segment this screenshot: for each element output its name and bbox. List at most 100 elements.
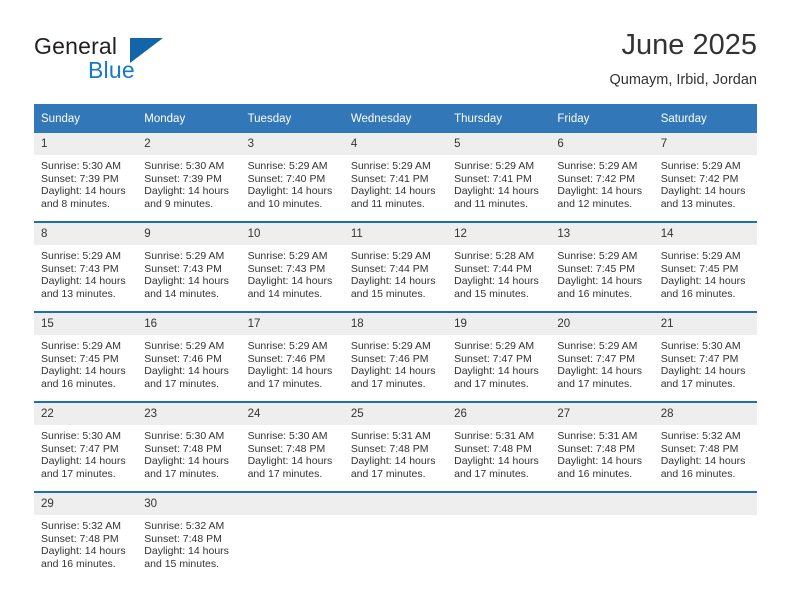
day-cell[interactable]: 20 Sunrise: 5:29 AM Sunset: 7:47 PM Dayl… <box>550 311 654 402</box>
day-cell[interactable]: 23 Sunrise: 5:30 AM Sunset: 7:48 PM Dayl… <box>137 401 241 492</box>
day-details: Sunrise: 5:30 AM Sunset: 7:48 PM Dayligh… <box>241 425 344 480</box>
week-row: 22 Sunrise: 5:30 AM Sunset: 7:47 PM Dayl… <box>34 401 757 492</box>
day-details: Sunrise: 5:32 AM Sunset: 7:48 PM Dayligh… <box>34 515 137 570</box>
day-cell[interactable]: 18 Sunrise: 5:29 AM Sunset: 7:46 PM Dayl… <box>343 311 448 402</box>
day-cell[interactable]: 19 Sunrise: 5:29 AM Sunset: 7:47 PM Dayl… <box>447 311 551 402</box>
sunrise-text: Sunrise: 5:30 AM <box>144 430 225 442</box>
general-blue-logo[interactable]: General Blue <box>34 33 194 89</box>
column-header-wednesday: Wednesday <box>343 104 448 133</box>
calendar-body: 1 Sunrise: 5:30 AM Sunset: 7:39 PM Dayli… <box>34 133 757 581</box>
day-details: Sunrise: 5:30 AM Sunset: 7:48 PM Dayligh… <box>137 425 240 480</box>
daylight-text-line2: and 17 minutes. <box>247 467 323 480</box>
logo-triangle-icon <box>130 38 163 63</box>
daylight-text-line2: and 16 minutes. <box>41 377 116 390</box>
day-details: Sunrise: 5:30 AM Sunset: 7:39 PM Dayligh… <box>34 155 137 210</box>
day-cell[interactable]: 13 Sunrise: 5:29 AM Sunset: 7:45 PM Dayl… <box>550 221 654 312</box>
day-cell[interactable]: 14 Sunrise: 5:29 AM Sunset: 7:45 PM Dayl… <box>653 221 757 312</box>
day-cell[interactable]: 4 Sunrise: 5:29 AM Sunset: 7:41 PM Dayli… <box>343 133 448 222</box>
daylight-text-line1: Daylight: 14 hours <box>247 275 333 288</box>
day-number: 2 <box>137 133 241 155</box>
day-details: Sunrise: 5:30 AM Sunset: 7:47 PM Dayligh… <box>654 335 757 390</box>
day-cell-empty <box>550 491 654 581</box>
sunrise-text: Sunrise: 5:31 AM <box>454 430 535 442</box>
sunset-text: Sunset: 7:46 PM <box>247 352 326 365</box>
daylight-text-line2: and 16 minutes. <box>41 557 116 570</box>
day-details: Sunrise: 5:32 AM Sunset: 7:48 PM Dayligh… <box>654 425 757 480</box>
day-cell-empty <box>343 491 448 581</box>
daylight-text-line1: Daylight: 14 hours <box>41 545 126 558</box>
day-cell[interactable]: 28 Sunrise: 5:32 AM Sunset: 7:48 PM Dayl… <box>653 401 757 492</box>
day-number: 21 <box>653 313 757 335</box>
day-cell[interactable]: 12 Sunrise: 5:28 AM Sunset: 7:44 PM Dayl… <box>447 221 551 312</box>
day-cell[interactable]: 30 Sunrise: 5:32 AM Sunset: 7:48 PM Dayl… <box>137 491 241 581</box>
day-cell[interactable]: 24 Sunrise: 5:30 AM Sunset: 7:48 PM Dayl… <box>240 401 344 492</box>
day-details: Sunrise: 5:29 AM Sunset: 7:46 PM Dayligh… <box>241 335 344 390</box>
sunrise-text: Sunrise: 5:29 AM <box>557 340 638 352</box>
day-cell[interactable]: 29 Sunrise: 5:32 AM Sunset: 7:48 PM Dayl… <box>34 491 138 581</box>
day-number: 24 <box>240 403 344 425</box>
day-cell[interactable]: 3 Sunrise: 5:29 AM Sunset: 7:40 PM Dayli… <box>240 133 344 222</box>
day-cell[interactable]: 22 Sunrise: 5:30 AM Sunset: 7:47 PM Dayl… <box>34 401 138 492</box>
day-cell[interactable]: 17 Sunrise: 5:29 AM Sunset: 7:46 PM Dayl… <box>240 311 344 402</box>
daylight-text-line1: Daylight: 14 hours <box>144 185 229 198</box>
day-cell[interactable]: 25 Sunrise: 5:31 AM Sunset: 7:48 PM Dayl… <box>343 401 448 492</box>
day-number: 1 <box>34 133 138 155</box>
day-details: Sunrise: 5:29 AM Sunset: 7:43 PM Dayligh… <box>241 245 344 300</box>
day-number: 4 <box>343 133 448 155</box>
day-cell[interactable]: 21 Sunrise: 5:30 AM Sunset: 7:47 PM Dayl… <box>653 311 757 402</box>
day-details: Sunrise: 5:28 AM Sunset: 7:44 PM Dayligh… <box>447 245 550 300</box>
day-cell[interactable]: 2 Sunrise: 5:30 AM Sunset: 7:39 PM Dayli… <box>137 133 241 222</box>
day-number: 26 <box>447 403 551 425</box>
day-number: 12 <box>447 223 551 245</box>
day-cell[interactable]: 6 Sunrise: 5:29 AM Sunset: 7:42 PM Dayli… <box>550 133 654 222</box>
day-details: Sunrise: 5:31 AM Sunset: 7:48 PM Dayligh… <box>447 425 550 480</box>
daylight-text-line2: and 12 minutes. <box>557 197 633 210</box>
day-cell[interactable]: 7 Sunrise: 5:29 AM Sunset: 7:42 PM Dayli… <box>653 133 757 222</box>
day-number: 17 <box>240 313 344 335</box>
sunset-text: Sunset: 7:48 PM <box>454 442 532 455</box>
day-cell[interactable]: 5 Sunrise: 5:29 AM Sunset: 7:41 PM Dayli… <box>447 133 551 222</box>
day-number: 5 <box>447 133 551 155</box>
day-number: 6 <box>550 133 654 155</box>
day-cell[interactable]: 9 Sunrise: 5:29 AM Sunset: 7:43 PM Dayli… <box>137 221 241 312</box>
week-row: 8 Sunrise: 5:29 AM Sunset: 7:43 PM Dayli… <box>34 221 757 312</box>
day-number: 8 <box>34 223 138 245</box>
page-title: June 2025 <box>621 29 757 61</box>
day-number: 25 <box>343 403 448 425</box>
sunrise-text: Sunrise: 5:31 AM <box>350 430 431 442</box>
day-number: 27 <box>550 403 654 425</box>
daylight-text-line2: and 17 minutes. <box>350 377 426 390</box>
day-details: Sunrise: 5:29 AM Sunset: 7:45 PM Dayligh… <box>550 245 653 300</box>
day-details: Sunrise: 5:29 AM Sunset: 7:45 PM Dayligh… <box>654 245 757 300</box>
day-number: 11 <box>343 223 448 245</box>
sunrise-text: Sunrise: 5:30 AM <box>41 430 121 442</box>
day-number: 14 <box>653 223 757 245</box>
day-cell[interactable]: 16 Sunrise: 5:29 AM Sunset: 7:46 PM Dayl… <box>137 311 241 402</box>
day-cell[interactable]: 1 Sunrise: 5:30 AM Sunset: 7:39 PM Dayli… <box>34 133 138 222</box>
sunset-text: Sunset: 7:48 PM <box>350 442 429 455</box>
day-cell[interactable]: 26 Sunrise: 5:31 AM Sunset: 7:48 PM Dayl… <box>447 401 551 492</box>
calendar-page: General Blue June 2025 Qumaym, Irbid, Jo… <box>0 0 792 612</box>
daylight-text-line2: and 17 minutes. <box>350 467 426 480</box>
week-row: 15 Sunrise: 5:29 AM Sunset: 7:45 PM Dayl… <box>34 311 757 402</box>
day-number: 30 <box>137 493 241 515</box>
daylight-text-line1: Daylight: 14 hours <box>247 185 333 198</box>
day-cell[interactable]: 11 Sunrise: 5:29 AM Sunset: 7:44 PM Dayl… <box>343 221 448 312</box>
column-header-sunday: Sunday <box>34 104 138 133</box>
page-subtitle: Qumaym, Irbid, Jordan <box>609 72 757 88</box>
day-details <box>241 515 344 520</box>
day-cell[interactable]: 8 Sunrise: 5:29 AM Sunset: 7:43 PM Dayli… <box>34 221 138 312</box>
sunset-text: Sunset: 7:46 PM <box>350 352 429 365</box>
sunrise-text: Sunrise: 5:30 AM <box>144 160 225 172</box>
day-cell[interactable]: 15 Sunrise: 5:29 AM Sunset: 7:45 PM Dayl… <box>34 311 138 402</box>
day-number: 23 <box>137 403 241 425</box>
day-cell[interactable]: 10 Sunrise: 5:29 AM Sunset: 7:43 PM Dayl… <box>240 221 344 312</box>
daylight-text-line1: Daylight: 14 hours <box>144 365 229 378</box>
sunrise-text: Sunrise: 5:30 AM <box>660 340 741 352</box>
daylight-text-line1: Daylight: 14 hours <box>41 365 126 378</box>
sunrise-text: Sunrise: 5:29 AM <box>247 160 328 172</box>
sunset-text: Sunset: 7:48 PM <box>247 442 326 455</box>
sunset-text: Sunset: 7:43 PM <box>144 262 222 275</box>
day-cell[interactable]: 27 Sunrise: 5:31 AM Sunset: 7:48 PM Dayl… <box>550 401 654 492</box>
sunset-text: Sunset: 7:42 PM <box>557 172 636 185</box>
